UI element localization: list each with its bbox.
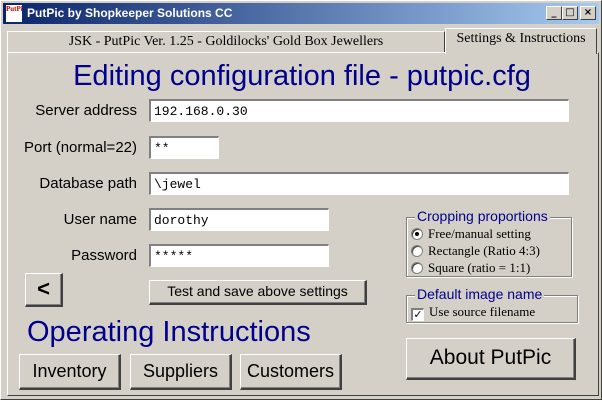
default-image-name-title: Default image name [415, 286, 545, 302]
minimize-button[interactable]: _ [546, 6, 562, 20]
default-image-name-group: Default image name ✓ Use source filename [406, 286, 578, 323]
server-address-label: Server address [35, 102, 137, 119]
back-button[interactable]: < [25, 273, 63, 307]
tab-strip: JSK - PutPic Ver. 1.25 - Goldilocks' Gol… [7, 27, 599, 54]
port-label: Port (normal=22) [24, 139, 137, 156]
tab-main[interactable]: JSK - PutPic Ver. 1.25 - Goldilocks' Gol… [7, 31, 445, 53]
close-icon: × [583, 7, 593, 18]
radio-unselected-icon[interactable] [411, 245, 423, 257]
about-putpic-button[interactable]: About PutPic [406, 338, 576, 380]
operating-instructions-heading: Operating Instructions [27, 316, 311, 348]
password-label: Password [71, 247, 137, 264]
user-name-label: User name [63, 211, 137, 228]
database-path-label: Database path [39, 175, 137, 192]
use-source-filename-option[interactable]: ✓ Use source filename [411, 304, 536, 321]
minimize-icon: _ [551, 7, 557, 18]
app-icon-label: PutPic [6, 5, 22, 13]
maximize-icon: □ [565, 7, 575, 18]
cropping-option-square[interactable]: Square (ratio = 1:1) [411, 260, 530, 276]
radio-unselected-icon[interactable] [411, 262, 423, 274]
window-title: PutPic by Shopkeeper Solutions CC [27, 6, 233, 20]
app-window: PutPic PutPic by Shopkeeper Solutions CC… [0, 0, 602, 400]
cropping-proportions-group: Cropping proportions Free/manual setting… [406, 208, 572, 277]
use-source-filename-label: Use source filename [429, 304, 536, 319]
title-bar[interactable]: PutPic PutPic by Shopkeeper Solutions CC… [3, 3, 599, 24]
tab-settings-instructions[interactable]: Settings & Instructions [445, 28, 597, 54]
database-path-field[interactable]: \jewel [149, 172, 569, 195]
cropping-option-free[interactable]: Free/manual setting [411, 226, 531, 242]
close-button[interactable]: × [580, 6, 596, 20]
user-name-field[interactable]: dorothy [149, 208, 329, 231]
checkbox-checked-icon[interactable]: ✓ [411, 308, 424, 321]
port-field[interactable]: ** [149, 136, 219, 159]
cropping-option-rectangle[interactable]: Rectangle (Ratio 4:3) [411, 243, 540, 259]
cropping-option-rectangle-label: Rectangle (Ratio 4:3) [428, 243, 540, 258]
radio-selected-icon[interactable] [411, 228, 423, 240]
putpic-app-icon: PutPic [6, 5, 22, 22]
config-heading: Editing configuration file - putpic.cfg [73, 60, 531, 92]
server-address-field[interactable]: 192.168.0.30 [149, 99, 569, 122]
maximize-button[interactable]: □ [562, 6, 578, 20]
customers-button[interactable]: Customers [240, 354, 342, 390]
inventory-button[interactable]: Inventory [19, 354, 121, 390]
cropping-proportions-title: Cropping proportions [415, 208, 550, 224]
cropping-option-free-label: Free/manual setting [428, 226, 531, 241]
cropping-option-square-label: Square (ratio = 1:1) [428, 260, 531, 275]
suppliers-button[interactable]: Suppliers [130, 354, 232, 390]
test-save-button[interactable]: Test and save above settings [149, 280, 367, 305]
password-field[interactable]: ***** [149, 244, 329, 267]
